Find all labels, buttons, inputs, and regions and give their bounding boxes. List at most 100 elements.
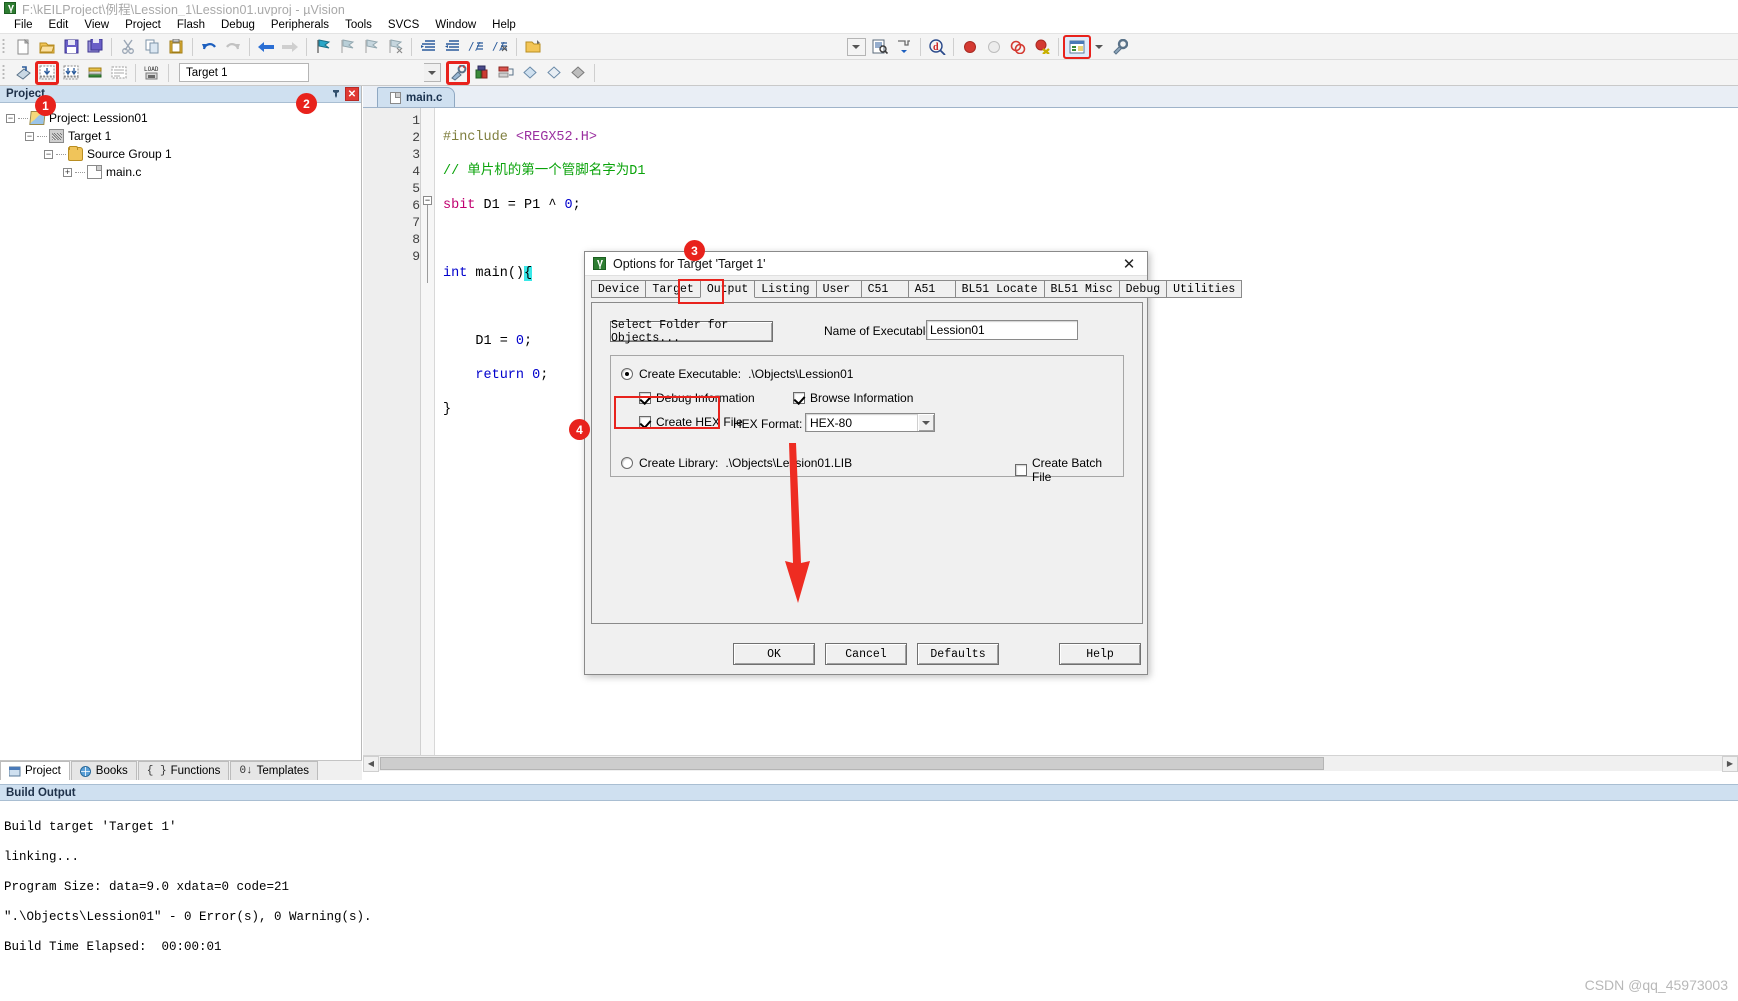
toolbar-grip[interactable] (2, 37, 8, 56)
save-all-icon[interactable] (84, 36, 106, 58)
create-executable-radio[interactable] (621, 368, 633, 380)
configure-icon[interactable] (893, 36, 915, 58)
build-output-text[interactable]: Build target 'Target 1' linking... Progr… (0, 801, 1738, 1001)
tree-expander-icon[interactable]: + (63, 167, 72, 177)
manage-project-icon[interactable] (446, 60, 470, 85)
tab-functions[interactable]: { } Functions (137, 761, 230, 780)
debug-information-row[interactable]: Debug Information (639, 391, 755, 405)
tab-c51[interactable]: C51 (860, 280, 909, 298)
tab-a51[interactable]: A51 (907, 280, 956, 298)
cut-icon[interactable] (117, 36, 139, 58)
menu-tools[interactable]: Tools (337, 18, 380, 32)
forward-icon[interactable] (279, 36, 301, 58)
code-folding-column[interactable]: − (421, 108, 435, 758)
tab-bl51-misc[interactable]: BL51 Misc (1043, 280, 1120, 298)
browse-information-row[interactable]: Browse Information (793, 391, 913, 405)
bookmark-next-icon[interactable] (360, 36, 382, 58)
tab-listing[interactable]: Listing (754, 280, 817, 298)
find-in-files-icon[interactable] (869, 36, 891, 58)
build-icon[interactable] (35, 60, 59, 85)
tab-templates[interactable]: 0↓ Templates (230, 761, 319, 780)
ok-button[interactable]: OK (733, 643, 815, 665)
tree-item-source-group[interactable]: − Source Group 1 (6, 145, 361, 163)
cancel-button[interactable]: Cancel (825, 643, 907, 665)
manage-components-icon[interactable] (471, 62, 493, 84)
target-icon[interactable] (567, 62, 589, 84)
tree-expander-icon[interactable]: − (6, 113, 15, 123)
breakpoint-kill-icon[interactable] (1031, 36, 1053, 58)
tree-item-target[interactable]: − Target 1 (6, 127, 361, 145)
bookmark-prev-icon[interactable] (336, 36, 358, 58)
close-icon[interactable]: ✕ (1115, 253, 1143, 275)
create-library-radio[interactable] (621, 457, 633, 469)
editor-hscrollbar[interactable]: ◀ ▶ (363, 755, 1738, 772)
open-folder-icon[interactable] (522, 36, 544, 58)
debug-information-checkbox[interactable] (639, 392, 651, 404)
menu-project[interactable]: Project (117, 18, 169, 32)
stop-build-icon[interactable] (108, 62, 130, 84)
load-icon[interactable]: LOAD (141, 62, 163, 84)
tab-user[interactable]: User (815, 280, 862, 298)
create-hex-file-checkbox[interactable] (639, 416, 651, 428)
back-icon[interactable] (255, 36, 277, 58)
outdent-icon[interactable] (441, 36, 463, 58)
undo-icon[interactable] (198, 36, 220, 58)
create-executable-radio-row[interactable]: Create Executable: .\Objects\Lession01 (621, 367, 853, 381)
prev-target-icon[interactable] (519, 62, 541, 84)
menu-svcs[interactable]: SVCS (380, 18, 427, 32)
paste-icon[interactable] (165, 36, 187, 58)
menu-flash[interactable]: Flash (169, 18, 213, 32)
menu-help[interactable]: Help (484, 18, 524, 32)
multi-project-icon[interactable] (495, 62, 517, 84)
save-icon[interactable] (60, 36, 82, 58)
hscroll-thumb[interactable] (380, 757, 1324, 770)
debug-session-icon[interactable]: d (926, 36, 948, 58)
toolbar-grip[interactable] (2, 63, 8, 82)
menu-view[interactable]: View (76, 18, 117, 32)
scroll-right-icon[interactable]: ▶ (1722, 755, 1738, 772)
hex-format-select[interactable]: HEX-80 (805, 413, 935, 432)
bookmark-toggle-icon[interactable] (312, 36, 334, 58)
window-layout-icon[interactable] (1063, 34, 1091, 59)
indent-icon[interactable] (417, 36, 439, 58)
tree-expander-icon[interactable]: − (44, 149, 53, 159)
breakpoint-icon[interactable] (959, 36, 981, 58)
menu-edit[interactable]: Edit (41, 18, 77, 32)
tab-project[interactable]: Project (0, 761, 70, 780)
translate-icon[interactable] (12, 62, 34, 84)
browse-information-checkbox[interactable] (793, 392, 805, 404)
select-folder-button[interactable]: Select Folder for Objects... (610, 319, 773, 345)
defaults-button[interactable]: Defaults (917, 643, 999, 665)
hex-format-caret-icon[interactable] (917, 414, 934, 431)
menu-file[interactable]: File (6, 18, 41, 32)
pin-icon[interactable] (329, 87, 343, 101)
tab-debug[interactable]: Debug (1118, 280, 1168, 298)
redo-icon[interactable] (222, 36, 244, 58)
tab-bl51-locate[interactable]: BL51 Locate (954, 280, 1045, 298)
create-batch-file-row[interactable]: Create Batch File (1015, 456, 1123, 484)
editor-tab-main-c[interactable]: main.c (377, 87, 456, 107)
open-file-icon[interactable] (36, 36, 58, 58)
comment-icon[interactable]: // (465, 36, 487, 58)
breakpoint-disable-icon[interactable] (983, 36, 1005, 58)
tab-utilities[interactable]: Utilities (1166, 280, 1243, 298)
close-icon[interactable]: ✕ (345, 87, 359, 101)
tab-target[interactable]: Target (645, 280, 701, 298)
tree-expander-icon[interactable]: − (25, 131, 34, 141)
fold-toggle-icon[interactable]: − (423, 196, 432, 205)
tab-output[interactable]: Output (699, 280, 756, 298)
layout-caret-icon[interactable] (1092, 36, 1106, 58)
menu-window[interactable]: Window (427, 18, 484, 32)
uncomment-icon[interactable]: // (489, 36, 511, 58)
tree-item-main-c[interactable]: + main.c (6, 163, 361, 181)
tab-books[interactable]: Books (70, 761, 137, 780)
rebuild-icon[interactable] (60, 62, 82, 84)
configuration-wizard-icon[interactable] (1108, 36, 1130, 58)
batch-build-icon[interactable] (84, 62, 106, 84)
breakpoint-all-icon[interactable] (1007, 36, 1029, 58)
next-target-icon[interactable] (543, 62, 565, 84)
menu-debug[interactable]: Debug (213, 18, 263, 32)
toolbar-combo-caret-icon[interactable] (845, 36, 867, 58)
help-button[interactable]: Help (1059, 643, 1141, 665)
bookmark-clear-icon[interactable] (384, 36, 406, 58)
